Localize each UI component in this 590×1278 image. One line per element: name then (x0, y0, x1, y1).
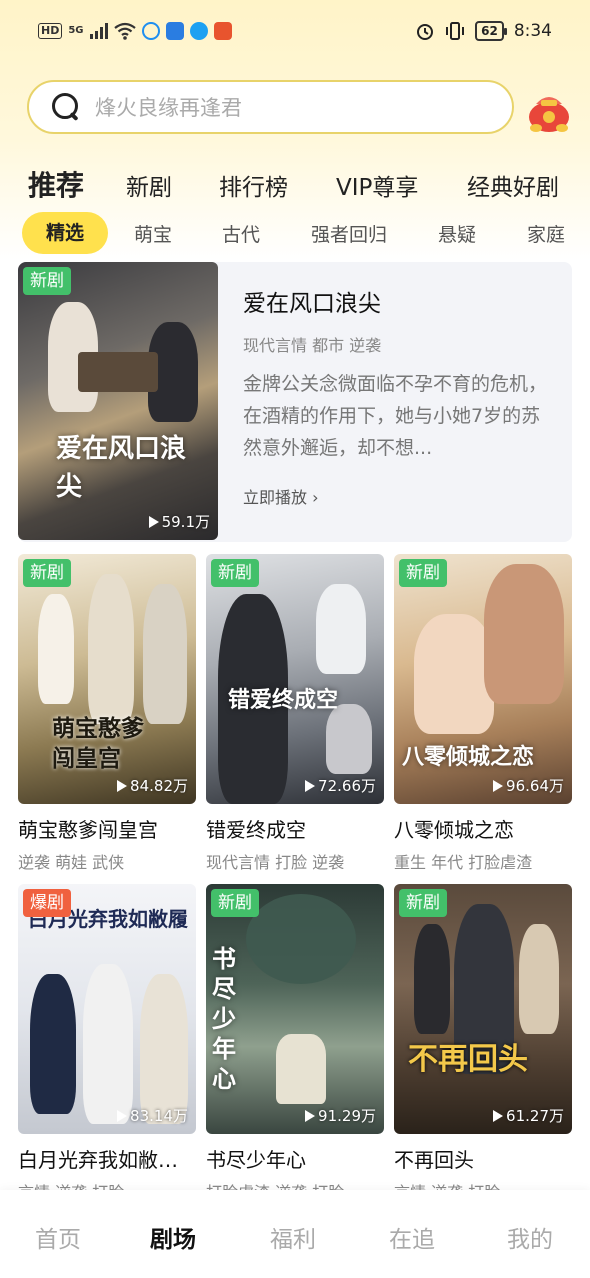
status-right: 62 8:34 (415, 21, 552, 41)
play-icon (117, 1109, 128, 1122)
hd-indicator: HD (38, 23, 63, 39)
status-left: HD 5G (38, 22, 232, 40)
view-count: 59.1万 (148, 511, 210, 532)
drama-title[interactable]: 萌宝憨爹闯皇宫 (18, 814, 196, 843)
search-placeholder: 烽火良缘再逢君 (95, 96, 242, 120)
sub-tabs: 精选 萌宝 古代 强者回归 悬疑 家庭 (0, 212, 590, 256)
view-count: 61.27万 (493, 1105, 564, 1126)
drama-poster[interactable]: 书尽少年心 新剧 91.29万 (206, 884, 384, 1134)
drama-poster[interactable]: 萌宝憨爹闯皇宫 新剧 84.82万 (18, 554, 196, 804)
tab-vip[interactable]: VIP尊享 (336, 168, 418, 202)
featured-title[interactable]: 爱在风口浪尖 (243, 284, 381, 318)
tab-classic[interactable]: 经典好剧 (467, 168, 559, 202)
featured-poster[interactable]: 爱在风口浪尖 新剧 59.1万 (18, 262, 218, 540)
drama-card[interactable]: 萌宝憨爹闯皇宫 新剧 84.82万 萌宝憨爹闯皇宫 逆袭 萌娃 武侠 (18, 554, 196, 873)
view-count: 96.64万 (493, 775, 564, 796)
featured-tags: 现代言情 都市 逆袭 (243, 336, 382, 355)
vibrate-icon (446, 22, 465, 40)
play-icon (148, 515, 159, 528)
search-icon (51, 92, 81, 122)
view-count: 91.29万 (305, 1105, 376, 1126)
subtab-ancient[interactable]: 古代 (222, 220, 260, 247)
drama-card[interactable]: 白月光弃我如敝履 爆剧 83.14万 白月光弃我如敝… 言情 逆袭 打脸 (18, 884, 196, 1203)
subtab-baby[interactable]: 萌宝 (134, 220, 172, 247)
status-bar: HD 5G 62 8:34 (0, 0, 590, 64)
tab-recommend[interactable]: 推荐 (28, 164, 84, 204)
nav-home[interactable]: 首页 (35, 1220, 81, 1254)
drama-card[interactable]: 八零倾城之恋 新剧 96.64万 八零倾城之恋 重生 年代 打脸虐渣 (394, 554, 572, 873)
play-icon (117, 779, 128, 792)
play-icon (305, 1109, 316, 1122)
drama-title[interactable]: 白月光弃我如敝… (18, 1144, 196, 1173)
new-badge: 新剧 (399, 889, 447, 917)
search-input[interactable]: 烽火良缘再逢君 (27, 80, 514, 134)
drama-tags: 现代言情 打脸 逆袭 (206, 853, 345, 872)
new-badge: 新剧 (23, 559, 71, 587)
alarm-icon (417, 24, 434, 40)
view-count: 83.14万 (117, 1105, 188, 1126)
drama-tags: 重生 年代 打脸虐渣 (394, 853, 533, 872)
nav-following[interactable]: 在追 (389, 1220, 435, 1254)
app-notification-icon (165, 22, 184, 40)
main-tabs: 推荐 新剧 排行榜 VIP尊享 经典好剧 (0, 160, 590, 210)
drama-poster[interactable]: 八零倾城之恋 新剧 96.64万 (394, 554, 572, 804)
view-count: 72.66万 (305, 775, 376, 796)
play-icon (305, 779, 316, 792)
app-notification-icon (141, 22, 160, 40)
featured-description: 金牌公关念微面临不孕不育的危机，在酒精的作用下，她与小她7岁的苏然意外邂逅，却不… (243, 373, 548, 459)
new-badge: 新剧 (211, 889, 259, 917)
wifi-icon (113, 22, 136, 40)
nav-benefits[interactable]: 福利 (270, 1220, 316, 1254)
network-type: 5G (68, 25, 84, 36)
bottom-nav: 首页 剧场 福利 在追 我的 (0, 1190, 590, 1278)
hot-badge: 爆剧 (23, 889, 71, 917)
play-icon (493, 1109, 504, 1122)
gift-bag-icon[interactable] (524, 82, 574, 136)
app-notification-icon (189, 22, 208, 40)
poster-title-art: 爱在风口浪尖 (56, 434, 187, 502)
new-badge: 新剧 (23, 267, 71, 295)
new-badge: 新剧 (211, 559, 259, 587)
poster-title-art: 不再回头 (408, 1042, 528, 1077)
drama-poster[interactable]: 白月光弃我如敝履 爆剧 83.14万 (18, 884, 196, 1134)
signal-icon (89, 23, 108, 39)
drama-title[interactable]: 书尽少年心 (206, 1144, 384, 1173)
drama-poster[interactable]: 错爱终成空 新剧 72.66万 (206, 554, 384, 804)
nav-me[interactable]: 我的 (507, 1220, 553, 1254)
nav-theater[interactable]: 剧场 (150, 1220, 196, 1254)
play-now-link[interactable]: 立即播放 › (243, 484, 319, 508)
drama-title[interactable]: 不再回头 (394, 1144, 572, 1173)
poster-title-art: 错爱终成空 (228, 687, 339, 713)
drama-title[interactable]: 错爱终成空 (206, 814, 384, 843)
drama-tags: 逆袭 萌娃 武侠 (18, 853, 125, 872)
tab-new[interactable]: 新剧 (126, 168, 172, 202)
battery-indicator: 62 (475, 21, 507, 41)
featured-drama-card[interactable]: 爱在风口浪尖 新剧 59.1万 爱在风口浪尖 现代言情 都市 逆袭 金牌公关念微… (18, 262, 572, 542)
poster-title-art: 书尽少年心 (212, 944, 236, 1093)
subtab-suspense[interactable]: 悬疑 (438, 220, 476, 247)
drama-poster[interactable]: 不再回头 新剧 61.27万 (394, 884, 572, 1134)
drama-card[interactable]: 书尽少年心 新剧 91.29万 书尽少年心 打脸虐渣 逆袭 打脸 (206, 884, 384, 1203)
poster-title-art: 八零倾城之恋 (402, 744, 535, 770)
play-icon (493, 779, 504, 792)
tab-ranking[interactable]: 排行榜 (219, 168, 288, 202)
clock: 8:34 (513, 21, 552, 41)
subtab-strong-return[interactable]: 强者回归 (311, 220, 387, 247)
drama-card[interactable]: 不再回头 新剧 61.27万 不再回头 言情 逆袭 打脸 (394, 884, 572, 1203)
view-count: 84.82万 (117, 775, 188, 796)
chevron-right-icon: › (312, 488, 319, 507)
drama-title[interactable]: 八零倾城之恋 (394, 814, 572, 843)
app-notification-icon (213, 22, 232, 40)
subtab-featured[interactable]: 精选 (22, 212, 109, 254)
new-badge: 新剧 (399, 559, 447, 587)
poster-title-art: 萌宝憨爹闯皇宫 (52, 715, 144, 772)
subtab-family[interactable]: 家庭 (527, 220, 565, 247)
drama-card[interactable]: 错爱终成空 新剧 72.66万 错爱终成空 现代言情 打脸 逆袭 (206, 554, 384, 873)
